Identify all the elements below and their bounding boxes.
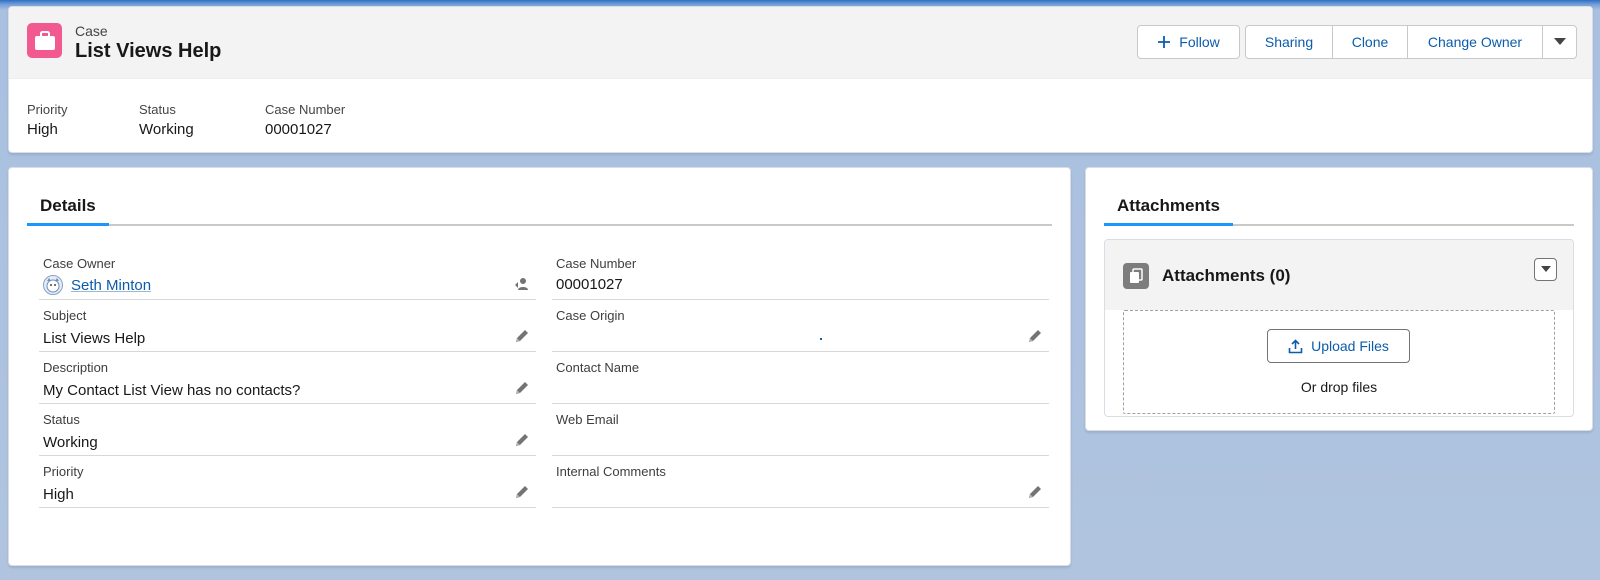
change-owner-button[interactable]: Change Owner: [1407, 25, 1542, 59]
field-priority: Priority High: [39, 456, 536, 508]
field-label: Contact Name: [556, 360, 640, 375]
edit-pencil-icon[interactable]: [514, 380, 530, 396]
field-internal-comments: Internal Comments: [552, 456, 1049, 508]
highlight-case-number: Case Number 00001027: [265, 102, 345, 138]
attachments-tabbar: Attachments: [1104, 196, 1574, 226]
field-label: Case Origin: [556, 308, 625, 323]
field-value: High: [43, 486, 74, 503]
field-subject: Subject List Views Help: [39, 300, 536, 352]
field-label: Web Email: [556, 412, 619, 427]
field-value: My Contact List View has no contacts?: [43, 382, 301, 399]
chevron-down-icon: [1540, 266, 1551, 272]
avatar-icon: [43, 275, 63, 295]
record-header: Case List Views Help Follow Sharing Clon…: [8, 6, 1593, 153]
highlight-value: High: [27, 121, 58, 138]
highlight-label: Status: [139, 102, 176, 117]
field-label: Case Number: [556, 256, 637, 271]
highlight-priority: Priority High: [27, 102, 67, 138]
more-actions-button[interactable]: [1542, 25, 1577, 59]
field-value: List Views Help: [43, 330, 146, 347]
attachments-card: Attachments Attachments (0) Upload Files…: [1085, 167, 1593, 431]
edit-pencil-icon[interactable]: [514, 432, 530, 448]
field-label: Description: [43, 360, 109, 375]
case-owner-link[interactable]: Seth Minton: [71, 277, 151, 294]
tab-details[interactable]: Details: [27, 196, 109, 226]
field-label: Subject: [43, 308, 87, 323]
attachments-header: Attachments (0): [1105, 240, 1573, 310]
highlight-value: Working: [139, 121, 194, 138]
sharing-button[interactable]: Sharing: [1245, 25, 1332, 59]
change-owner-icon[interactable]: [514, 276, 530, 292]
details-card: Details Case Owner Seth Minton Subject L…: [8, 167, 1071, 566]
object-type-label: Case: [75, 23, 108, 39]
field-status: Status Working: [39, 404, 536, 456]
edit-pencil-icon[interactable]: [514, 328, 530, 344]
upload-icon: [1288, 338, 1303, 353]
field-label: Status: [43, 412, 80, 427]
follow-group: Follow: [1137, 25, 1240, 59]
tab-attachments[interactable]: Attachments: [1104, 196, 1233, 226]
field-label: Priority: [43, 464, 84, 479]
edit-pencil-icon[interactable]: [1027, 484, 1043, 500]
chevron-down-icon: [1553, 38, 1566, 45]
field-case-owner: Case Owner Seth Minton: [39, 248, 536, 300]
attachments-title: Attachments (0): [1162, 266, 1291, 285]
field-description: Description My Contact List View has no …: [39, 352, 536, 404]
highlight-status: Status Working: [139, 102, 194, 138]
action-button-group: Sharing Clone Change Owner: [1245, 25, 1577, 59]
field-case-number: Case Number 00001027: [552, 248, 1049, 300]
file-icon: [1123, 263, 1149, 289]
record-title: List Views Help: [75, 40, 222, 62]
header-top: Case List Views Help Follow Sharing Clon…: [9, 7, 1592, 79]
clone-button[interactable]: Clone: [1332, 25, 1407, 59]
attachments-menu-button[interactable]: [1534, 258, 1557, 281]
file-drop-zone[interactable]: Upload Files Or drop files: [1123, 310, 1555, 414]
follow-button[interactable]: Follow: [1137, 25, 1240, 59]
field-contact-name: Contact Name: [552, 352, 1049, 404]
details-tabbar: Details: [27, 196, 1052, 226]
highlight-label: Priority: [27, 102, 68, 117]
field-value: 00001027: [556, 276, 623, 293]
field-web-email: Web Email: [552, 404, 1049, 456]
attachments-related-list: Attachments (0) Upload Files Or drop fil…: [1104, 239, 1574, 417]
plus-icon: [1158, 36, 1171, 48]
follow-label: Follow: [1179, 34, 1220, 50]
field-label: Case Owner: [43, 256, 116, 271]
field-label: Internal Comments: [556, 464, 666, 479]
field-case-origin: Case Origin: [552, 300, 1049, 352]
upload-files-button[interactable]: Upload Files: [1267, 329, 1410, 363]
briefcase-icon: [27, 23, 62, 58]
edit-pencil-icon[interactable]: [1027, 328, 1043, 344]
highlight-value: 00001027: [265, 121, 332, 138]
placeholder-dot: [820, 338, 822, 340]
highlight-label: Case Number: [265, 102, 346, 117]
field-value: Working: [43, 434, 98, 451]
upload-files-label: Upload Files: [1311, 338, 1389, 354]
edit-pencil-icon[interactable]: [514, 484, 530, 500]
drop-files-text: Or drop files: [1300, 379, 1378, 395]
